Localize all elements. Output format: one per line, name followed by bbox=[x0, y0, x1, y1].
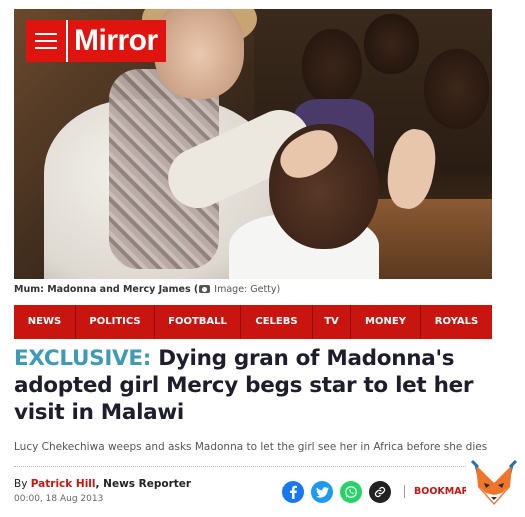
caption-text: Mum: Madonna and Mercy James ( bbox=[14, 284, 199, 295]
section-nav: NEWS POLITICS FOOTBALL CELEBS TV MONEY R… bbox=[14, 305, 492, 339]
nav-item-football[interactable]: FOOTBALL bbox=[155, 305, 241, 339]
camera-icon bbox=[199, 285, 211, 293]
nav-item-royals[interactable]: ROYALS bbox=[421, 305, 492, 339]
nav-item-celebs[interactable]: CELEBS bbox=[241, 305, 313, 339]
nav-item-politics[interactable]: POLITICS bbox=[76, 305, 155, 339]
article-headline: EXCLUSIVE: Dying gran of Madonna's adopt… bbox=[14, 345, 504, 426]
mirror-wordmark[interactable]: Mirror bbox=[68, 20, 166, 62]
nav-item-news[interactable]: NEWS bbox=[14, 305, 76, 339]
byline: By Patrick Hill, News Reporter bbox=[14, 478, 191, 490]
article-standfirst: Lucy Chekechiwa weeps and asks Madonna t… bbox=[14, 441, 488, 453]
divider bbox=[14, 466, 492, 467]
publish-date: 00:00, 18 Aug 2013 bbox=[14, 494, 104, 504]
nav-item-money[interactable]: MONEY bbox=[351, 305, 421, 339]
facebook-icon[interactable] bbox=[282, 481, 304, 503]
photo-credit: Image: Getty) bbox=[214, 284, 281, 295]
byline-prefix: By bbox=[14, 478, 31, 490]
photo-caption: Mum: Madonna and Mercy James ( Image: Ge… bbox=[14, 284, 280, 295]
author-role: , News Reporter bbox=[95, 478, 192, 490]
link-icon[interactable] bbox=[369, 481, 391, 503]
twitter-icon[interactable] bbox=[311, 481, 333, 503]
hamburger-icon[interactable] bbox=[26, 20, 68, 62]
author-link[interactable]: Patrick Hill bbox=[31, 478, 96, 490]
share-bar bbox=[282, 481, 391, 503]
site-logo[interactable]: Mirror bbox=[26, 20, 166, 62]
separator bbox=[404, 485, 405, 498]
fox-badge-icon bbox=[466, 457, 522, 513]
exclusive-tag: EXCLUSIVE: bbox=[14, 346, 152, 371]
nav-item-tv[interactable]: TV bbox=[313, 305, 351, 339]
whatsapp-icon[interactable] bbox=[340, 481, 362, 503]
